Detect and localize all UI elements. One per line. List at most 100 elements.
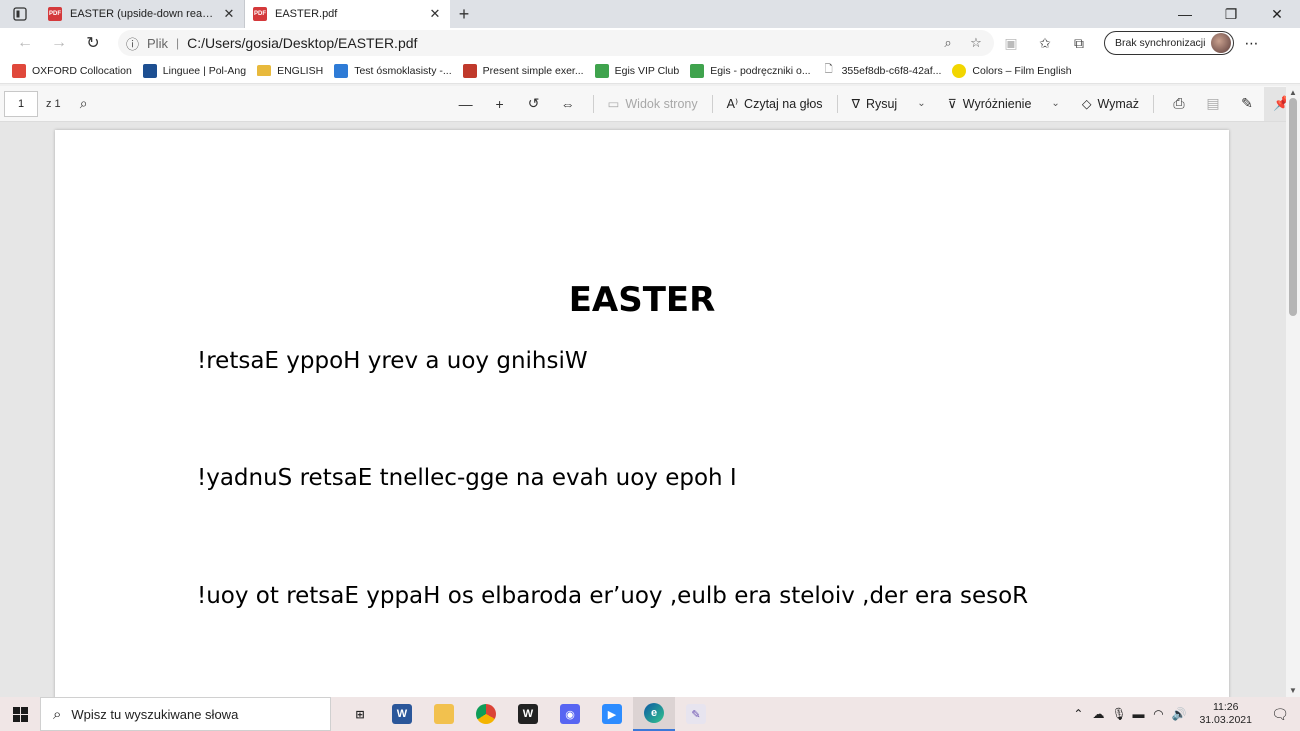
zoom-taskbar-button[interactable]: ▶	[591, 697, 633, 731]
chrome-taskbar-button[interactable]	[465, 697, 507, 731]
new-tab-button[interactable]: +	[450, 0, 478, 28]
page-view-button[interactable]: ▭ Widok strony	[602, 96, 704, 112]
engram-icon	[462, 63, 477, 78]
favorite-item[interactable]: Linguee | Pol-Ang	[141, 63, 255, 78]
close-icon[interactable]: ✕	[428, 6, 442, 22]
folder-icon	[257, 65, 272, 76]
favorite-item[interactable]: Egis - podręczniki o...	[688, 63, 819, 78]
discord-taskbar-button[interactable]: ◉	[549, 697, 591, 731]
page-view-icon: ▭	[607, 97, 620, 111]
divider	[592, 94, 594, 113]
linguee-icon	[142, 63, 157, 78]
document-title: EASTER	[568, 280, 716, 320]
chevron-up-icon[interactable]: ⌃	[1071, 707, 1085, 721]
favorite-item[interactable]: ENGLISH	[255, 65, 332, 77]
draw-icon: ∇	[851, 97, 860, 111]
immersive-reader-icon[interactable]: ▣	[994, 35, 1028, 52]
close-window-icon[interactable]: ✕	[1254, 0, 1300, 28]
vertical-scrollbar[interactable]: ▲ ▼	[1286, 86, 1300, 697]
task-view-taskbar-button[interactable]: ⊞	[339, 697, 381, 731]
profile-sync-button[interactable]: Brak synchronizacji	[1104, 31, 1235, 55]
add-favorite-icon[interactable]: ☆	[966, 35, 986, 51]
tab-title: EASTER (upside-down reading).p	[70, 8, 214, 20]
favorite-item[interactable]: 🗋 355ef8db-c6f8-42af...	[820, 64, 951, 78]
refresh-icon[interactable]: ↻	[76, 28, 110, 58]
tab-easter-upside-down[interactable]: PDF EASTER (upside-down reading).p ✕	[40, 0, 245, 28]
favorite-item[interactable]: Egis VIP Club	[593, 63, 689, 78]
clock-date: 31.03.2021	[1199, 714, 1252, 726]
divider: |	[175, 36, 180, 50]
address-bar-row: ← → ↻ ⓘ Plik | C:/Users/gosia/Desktop/EA…	[0, 28, 1300, 58]
favorite-label: Egis - podręczniki o...	[710, 64, 811, 77]
document-line-2: !yadnuS retsaE tnellec-gge na evah uoy e…	[197, 465, 737, 491]
page-view-label: Widok strony	[625, 96, 698, 111]
taskbar: ⌕ Wpisz tu wyszukiwane słowa ⊞ W W ◉ ▶ e ✎ ⌃ ☁…	[0, 697, 1300, 731]
forward-icon[interactable]: →	[42, 28, 76, 58]
tab-easter-pdf[interactable]: PDF EASTER.pdf ✕	[245, 0, 450, 28]
address-bar[interactable]: ⓘ Plik | C:/Users/gosia/Desktop/EASTER.p…	[118, 30, 994, 56]
pdf-viewer[interactable]: EASTER !retsaE yppoH yrev a uoy gnihsiW …	[0, 122, 1286, 697]
collections-icon[interactable]: ⧉	[1062, 35, 1096, 52]
close-icon[interactable]: ✕	[222, 6, 236, 22]
fit-width-icon[interactable]: ⇔	[551, 96, 585, 112]
favorites-icon[interactable]: ✩	[1028, 35, 1062, 52]
favorite-item[interactable]: Colors – Film English	[950, 63, 1080, 78]
back-icon[interactable]: ←	[8, 28, 42, 58]
erase-label: Wymaż	[1097, 96, 1139, 111]
paint-icon: ✎	[686, 704, 706, 724]
scroll-up-icon[interactable]: ▲	[1289, 88, 1297, 97]
chrome-icon	[476, 704, 496, 724]
tab-title: EASTER.pdf	[275, 8, 338, 20]
wifi-icon[interactable]: ◠	[1151, 707, 1165, 721]
favorite-label: 355ef8db-c6f8-42af...	[841, 64, 942, 77]
zoom-icon[interactable]: ⌕	[938, 35, 958, 51]
restore-icon[interactable]: ❐	[1208, 0, 1254, 28]
print-icon[interactable]: ⎙	[1162, 95, 1196, 112]
avatar	[1211, 33, 1232, 53]
notifications-icon[interactable]: 🗨	[1266, 697, 1294, 731]
microphone-icon[interactable]: 🎙	[1111, 707, 1126, 721]
word-taskbar-button[interactable]: W	[381, 697, 423, 731]
wordwall-taskbar-button[interactable]: W	[507, 697, 549, 731]
rotate-icon[interactable]: ↺	[517, 95, 551, 112]
scroll-down-icon[interactable]: ▼	[1289, 686, 1297, 695]
tab-actions-button[interactable]	[0, 0, 40, 28]
highlight-button[interactable]: ⊽ Wyróżnienie ⌄	[942, 96, 1066, 112]
onedrive-icon[interactable]: ☁	[1091, 707, 1105, 721]
draw-button[interactable]: ∇ Rysuj ⌄	[846, 96, 932, 112]
egis-icon	[690, 63, 705, 78]
favorite-item[interactable]: Present simple exer...	[461, 63, 593, 78]
read-aloud-icon: A⁾	[726, 97, 739, 111]
oxford-icon	[12, 63, 26, 78]
edge-taskbar-button[interactable]: e	[633, 697, 675, 731]
favorite-item[interactable]: OXFORD Collocation	[10, 63, 141, 78]
save-as-icon[interactable]: ✎	[1230, 95, 1264, 112]
favorite-item[interactable]: Test ósmoklasisty -...	[332, 63, 460, 78]
battery-icon[interactable]: ▬	[1131, 707, 1145, 721]
chevron-down-icon[interactable]: ⌄	[1051, 98, 1059, 109]
plus-icon: +	[458, 3, 470, 24]
sync-label: Brak synchronizacji	[1115, 37, 1206, 49]
speaker-icon[interactable]: 🔊	[1171, 707, 1186, 721]
file-explorer-taskbar-button[interactable]	[423, 697, 465, 731]
paint-taskbar-button[interactable]: ✎	[675, 697, 717, 731]
save-icon[interactable]: ▤	[1196, 95, 1230, 112]
zoom-in-icon[interactable]: +	[483, 96, 517, 112]
chevron-down-icon[interactable]: ⌄	[917, 98, 925, 109]
erase-button[interactable]: ◇ Wymaż	[1076, 96, 1145, 112]
taskbar-search[interactable]: ⌕ Wpisz tu wyszukiwane słowa	[40, 697, 331, 731]
divider	[836, 94, 838, 113]
zoom-out-icon[interactable]: —	[449, 96, 483, 112]
url-text[interactable]: C:/Users/gosia/Desktop/EASTER.pdf	[187, 35, 930, 51]
scrollbar-thumb[interactable]	[1289, 98, 1297, 316]
search-icon[interactable]: ⌕	[67, 95, 101, 112]
page-number-input[interactable]: 1	[4, 90, 38, 117]
info-icon[interactable]: ⓘ	[126, 34, 139, 53]
read-aloud-button[interactable]: A⁾ Czytaj na głos	[721, 96, 829, 112]
start-button[interactable]	[0, 697, 40, 731]
minimize-icon[interactable]: —	[1162, 0, 1208, 28]
favorite-label: Colors – Film English	[972, 64, 1072, 77]
favorite-label: Linguee | Pol-Ang	[162, 64, 247, 77]
clock[interactable]: 11:26 31.03.2021	[1199, 701, 1252, 727]
more-options-icon[interactable]: ⋯	[1244, 35, 1259, 52]
